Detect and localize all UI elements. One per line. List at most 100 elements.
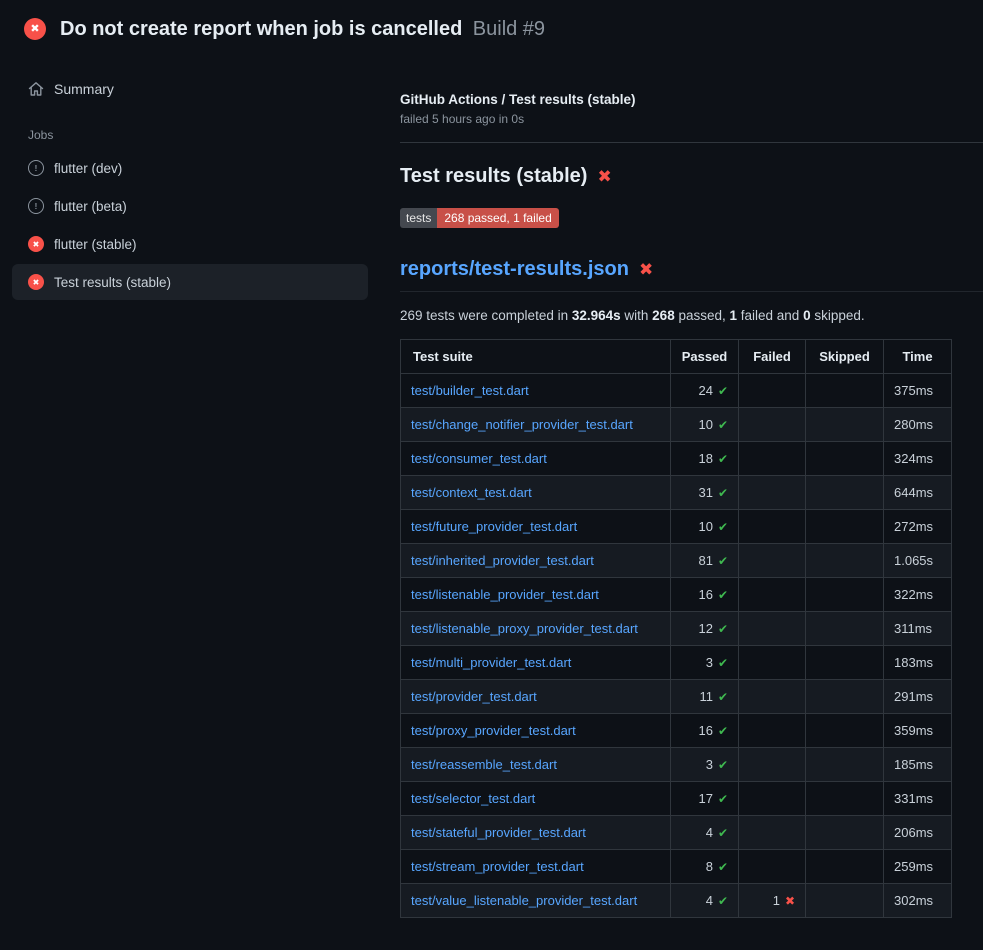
passed-count: 16 (698, 723, 712, 738)
failed-cell (739, 816, 806, 850)
passed-count: 11 (699, 689, 713, 704)
test-suite-link[interactable]: test/value_listenable_provider_test.dart (411, 893, 637, 908)
failed-cell (739, 612, 806, 646)
test-suite-link[interactable]: test/selector_test.dart (411, 791, 535, 806)
time-value: 644ms (884, 476, 952, 510)
check-icon: ✔ (718, 792, 728, 806)
skipped-cell (806, 680, 884, 714)
skipped-cell (806, 748, 884, 782)
test-suite-link[interactable]: test/stateful_provider_test.dart (411, 825, 586, 840)
test-suite-cell: test/stream_provider_test.dart (401, 850, 671, 884)
table-row: test/builder_test.dart 24✔ 375ms (401, 374, 952, 408)
table-row: test/stateful_provider_test.dart 4✔ 206m… (401, 816, 952, 850)
passed-count: 18 (698, 451, 712, 466)
table-row: test/value_listenable_provider_test.dart… (401, 884, 952, 918)
test-suite-link[interactable]: test/proxy_provider_test.dart (411, 723, 576, 738)
passed-cell: 81✔ (671, 544, 739, 578)
test-suite-link[interactable]: test/stream_provider_test.dart (411, 859, 584, 874)
time-value: 206ms (884, 816, 952, 850)
skipped-cell (806, 646, 884, 680)
failed-count: 1 (773, 893, 780, 908)
time-value: 375ms (884, 374, 952, 408)
report-file-link[interactable]: reports/test-results.json (400, 258, 629, 281)
tests-status-badge: tests 268 passed, 1 failed (400, 208, 559, 228)
skipped-cell (806, 408, 884, 442)
skipped-cell (806, 578, 884, 612)
test-suite-cell: test/listenable_provider_test.dart (401, 578, 671, 612)
summary-text: passed, (675, 308, 730, 323)
table-row: test/future_provider_test.dart 10✔ 272ms (401, 510, 952, 544)
check-run-page: ✖ Do not create report when job is cance… (0, 0, 983, 950)
table-row: test/context_test.dart 31✔ 644ms (401, 476, 952, 510)
summary-text: 32.964s (572, 308, 621, 323)
sidebar-job-item[interactable]: ✖ Test results (stable) (12, 264, 368, 300)
test-suite-link[interactable]: test/context_test.dart (411, 485, 532, 500)
passed-count: 4 (706, 825, 713, 840)
failed-cell (739, 510, 806, 544)
passed-cell: 11✔ (671, 680, 739, 714)
sidebar-item-summary[interactable]: Summary (12, 72, 368, 106)
time-value: 280ms (884, 408, 952, 442)
table-row: test/change_notifier_provider_test.dart … (401, 408, 952, 442)
failed-cell (739, 748, 806, 782)
failed-cell (739, 578, 806, 612)
test-suite-link[interactable]: test/future_provider_test.dart (411, 519, 577, 534)
check-icon: ✔ (718, 894, 728, 908)
skipped-cell (806, 442, 884, 476)
x-circle-icon: ✖ (28, 274, 44, 290)
badge-label: tests (400, 208, 437, 228)
test-suite-link[interactable]: test/listenable_proxy_provider_test.dart (411, 621, 638, 636)
time-value: 311ms (884, 612, 952, 646)
summary-text: 0 (803, 308, 811, 323)
test-suite-link[interactable]: test/listenable_provider_test.dart (411, 587, 599, 602)
test-suite-cell: test/stateful_provider_test.dart (401, 816, 671, 850)
passed-cell: 4✔ (671, 884, 739, 918)
col-header-test-suite: Test suite (401, 340, 671, 374)
failed-cell (739, 408, 806, 442)
table-row: test/provider_test.dart 11✔ 291ms (401, 680, 952, 714)
passed-cell: 4✔ (671, 816, 739, 850)
time-value: 272ms (884, 510, 952, 544)
time-value: 331ms (884, 782, 952, 816)
passed-count: 4 (706, 893, 713, 908)
skipped-cell (806, 476, 884, 510)
passed-cell: 16✔ (671, 578, 739, 612)
check-icon: ✔ (718, 452, 728, 466)
summary-text: 269 tests were completed in (400, 308, 572, 323)
check-icon: ✔ (718, 520, 728, 534)
check-icon: ✔ (718, 826, 728, 840)
check-icon: ✔ (718, 384, 728, 398)
failed-cell (739, 476, 806, 510)
summary-text: 268 (652, 308, 675, 323)
test-suite-cell: test/reassemble_test.dart (401, 748, 671, 782)
failed-cell (739, 680, 806, 714)
sidebar: Summary Jobs ! flutter (dev) ! flutter (… (0, 72, 380, 302)
sidebar-job-item[interactable]: ! flutter (dev) (12, 150, 368, 186)
test-suite-link[interactable]: test/builder_test.dart (411, 383, 529, 398)
home-icon (28, 81, 44, 97)
test-suite-cell: test/future_provider_test.dart (401, 510, 671, 544)
job-label: flutter (stable) (54, 237, 137, 252)
job-label: flutter (dev) (54, 161, 122, 176)
test-suite-link[interactable]: test/reassemble_test.dart (411, 757, 557, 772)
test-results-table: Test suite Passed Failed Skipped Time te… (400, 339, 952, 918)
skipped-cell (806, 714, 884, 748)
time-value: 1.065s (884, 544, 952, 578)
x-glyph: ✖ (30, 24, 39, 35)
test-suite-link[interactable]: test/inherited_provider_test.dart (411, 553, 594, 568)
sidebar-job-item[interactable]: ✖ flutter (stable) (12, 226, 368, 262)
skipped-cell (806, 510, 884, 544)
sidebar-job-item[interactable]: ! flutter (beta) (12, 188, 368, 224)
results-table-body: test/builder_test.dart 24✔ 375ms test/ch… (401, 374, 952, 918)
section-title: Test results (stable) (400, 165, 587, 188)
test-suite-link[interactable]: test/multi_provider_test.dart (411, 655, 571, 670)
test-suite-link[interactable]: test/consumer_test.dart (411, 451, 547, 466)
header: ✖ Do not create report when job is cance… (0, 0, 983, 58)
cancelled-icon: ! (28, 198, 44, 214)
badge-value: 268 passed, 1 failed (437, 208, 558, 228)
test-suite-link[interactable]: test/change_notifier_provider_test.dart (411, 417, 633, 432)
test-suite-link[interactable]: test/provider_test.dart (411, 689, 537, 704)
summary-text: with (621, 308, 653, 323)
x-icon: ✖ (785, 894, 795, 908)
table-row: test/proxy_provider_test.dart 16✔ 359ms (401, 714, 952, 748)
